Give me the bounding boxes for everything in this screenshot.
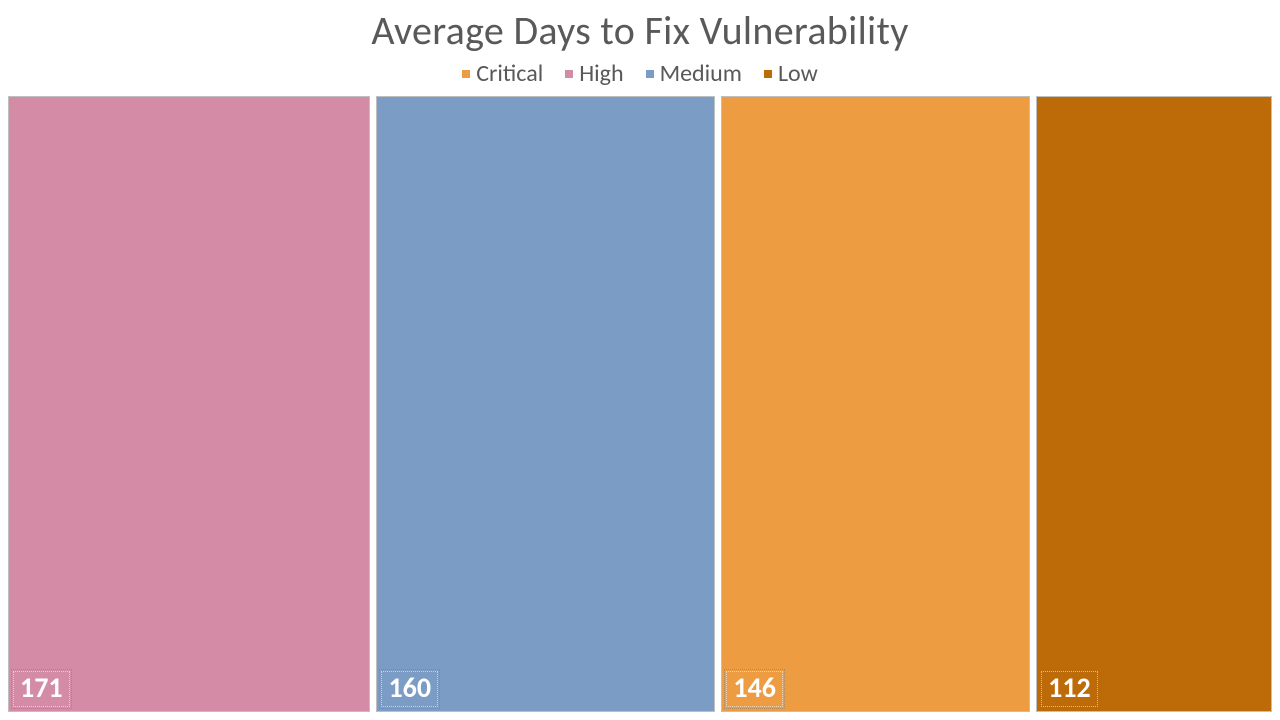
legend-item-medium: Medium <box>646 59 742 88</box>
legend-item-low: Low <box>764 59 818 88</box>
legend-item-critical: Critical <box>462 59 543 88</box>
tile-value-label: 171 <box>13 671 70 707</box>
legend-swatch-critical <box>462 70 470 78</box>
legend-label: Medium <box>660 59 742 88</box>
legend-swatch-low <box>764 70 772 78</box>
tile-medium: 160 <box>376 96 715 712</box>
tile-value-label: 160 <box>381 671 438 707</box>
legend-label: Low <box>778 59 818 88</box>
chart-plot-area: 171 160 146 112 <box>0 96 1280 720</box>
tile-value-label: 146 <box>726 671 783 707</box>
treemap-chart: Average Days to Fix Vulnerability Critic… <box>0 0 1280 720</box>
chart-legend: Critical High Medium Low <box>0 59 1280 88</box>
tile-high: 171 <box>8 96 370 712</box>
chart-title: Average Days to Fix Vulnerability <box>0 6 1280 55</box>
legend-item-high: High <box>565 59 623 88</box>
legend-label: Critical <box>476 59 543 88</box>
tile-low: 112 <box>1036 96 1272 712</box>
legend-label: High <box>579 59 623 88</box>
tile-value-label: 112 <box>1041 671 1098 707</box>
legend-swatch-high <box>565 70 573 78</box>
tile-critical: 146 <box>721 96 1030 712</box>
legend-swatch-medium <box>646 70 654 78</box>
